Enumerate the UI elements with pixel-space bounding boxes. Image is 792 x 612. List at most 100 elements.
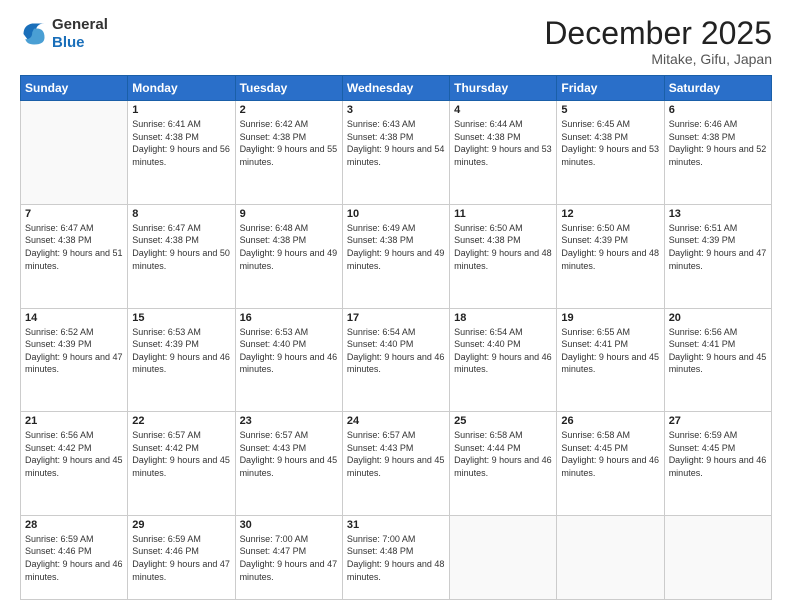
cell-text: Sunrise: 6:48 AMSunset: 4:38 PMDaylight:… <box>240 222 338 272</box>
day-number: 13 <box>669 208 767 220</box>
day-number: 4 <box>454 104 552 116</box>
day-number: 30 <box>240 519 338 531</box>
day-number: 10 <box>347 208 445 220</box>
day-number: 20 <box>669 312 767 324</box>
day-cell: 26Sunrise: 6:58 AMSunset: 4:45 PMDayligh… <box>557 412 664 516</box>
page: General Blue December 2025 Mitake, Gifu,… <box>0 0 792 612</box>
cell-text: Sunrise: 6:52 AMSunset: 4:39 PMDaylight:… <box>25 326 123 376</box>
day-header-thursday: Thursday <box>450 76 557 101</box>
day-header-tuesday: Tuesday <box>235 76 342 101</box>
day-cell <box>450 515 557 599</box>
cell-text: Sunrise: 6:54 AMSunset: 4:40 PMDaylight:… <box>347 326 445 376</box>
cell-text: Sunrise: 6:41 AMSunset: 4:38 PMDaylight:… <box>132 118 230 168</box>
day-cell: 28Sunrise: 6:59 AMSunset: 4:46 PMDayligh… <box>21 515 128 599</box>
day-cell: 16 Sunrise: 6:53 AMSunset: 4:40 PMDayligh… <box>235 308 342 412</box>
day-number: 8 <box>132 208 230 220</box>
month-title: December 2025 <box>544 16 772 51</box>
cell-text: Sunrise: 6:57 AMSunset: 4:43 PMDaylight:… <box>240 429 338 479</box>
day-cell <box>21 101 128 205</box>
day-cell: 24Sunrise: 6:57 AMSunset: 4:43 PMDayligh… <box>342 412 449 516</box>
day-cell: 22 Sunrise: 6:57 AMSunset: 4:42 PMDayligh… <box>128 412 235 516</box>
day-cell: 3 Sunrise: 6:43 AMSunset: 4:38 PMDaylight… <box>342 101 449 205</box>
day-cell: 10Sunrise: 6:49 AMSunset: 4:38 PMDayligh… <box>342 204 449 308</box>
day-cell: 14 Sunrise: 6:52 AMSunset: 4:39 PMDayligh… <box>21 308 128 412</box>
day-header-monday: Monday <box>128 76 235 101</box>
day-cell: 8Sunrise: 6:47 AMSunset: 4:38 PMDaylight… <box>128 204 235 308</box>
cell-text: Sunrise: 6:46 AMSunset: 4:38 PMDaylight:… <box>669 118 767 168</box>
day-number: 28 <box>25 519 123 531</box>
week-row-0: 1 Sunrise: 6:41 AMSunset: 4:38 PMDaylight… <box>21 101 772 205</box>
day-number: 14 <box>25 312 123 324</box>
day-number: 1 <box>132 104 230 116</box>
cell-text: Sunrise: 6:56 AMSunset: 4:41 PMDaylight:… <box>669 326 767 376</box>
day-number: 7 <box>25 208 123 220</box>
day-header-wednesday: Wednesday <box>342 76 449 101</box>
day-number: 12 <box>561 208 659 220</box>
title-block: December 2025 Mitake, Gifu, Japan <box>544 16 772 67</box>
day-cell: 6Sunrise: 6:46 AMSunset: 4:38 PMDaylight… <box>664 101 771 205</box>
day-cell: 13 Sunrise: 6:51 AMSunset: 4:39 PMDayligh… <box>664 204 771 308</box>
location: Mitake, Gifu, Japan <box>544 51 772 67</box>
cell-text: Sunrise: 6:44 AMSunset: 4:38 PMDaylight:… <box>454 118 552 168</box>
cell-text: Sunrise: 6:54 AMSunset: 4:40 PMDaylight:… <box>454 326 552 376</box>
week-row-1: 7 Sunrise: 6:47 AMSunset: 4:38 PMDaylight… <box>21 204 772 308</box>
day-cell: 2Sunrise: 6:42 AMSunset: 4:38 PMDaylight… <box>235 101 342 205</box>
day-cell: 29 Sunrise: 6:59 AMSunset: 4:46 PMDayligh… <box>128 515 235 599</box>
day-header-saturday: Saturday <box>664 76 771 101</box>
day-cell: 7 Sunrise: 6:47 AMSunset: 4:38 PMDaylight… <box>21 204 128 308</box>
day-number: 22 <box>132 415 230 427</box>
day-cell: 27Sunrise: 6:59 AMSunset: 4:45 PMDayligh… <box>664 412 771 516</box>
week-row-3: 21 Sunrise: 6:56 AMSunset: 4:42 PMDayligh… <box>21 412 772 516</box>
day-cell: 20 Sunrise: 6:56 AMSunset: 4:41 PMDayligh… <box>664 308 771 412</box>
cell-text: Sunrise: 6:51 AMSunset: 4:39 PMDaylight:… <box>669 222 767 272</box>
day-cell: 19 Sunrise: 6:55 AMSunset: 4:41 PMDayligh… <box>557 308 664 412</box>
day-cell: 1 Sunrise: 6:41 AMSunset: 4:38 PMDaylight… <box>128 101 235 205</box>
day-number: 27 <box>669 415 767 427</box>
cell-text: Sunrise: 6:58 AMSunset: 4:44 PMDaylight:… <box>454 429 552 479</box>
cell-text: Sunrise: 6:53 AMSunset: 4:40 PMDaylight:… <box>240 326 338 376</box>
day-cell: 9 Sunrise: 6:48 AMSunset: 4:38 PMDaylight… <box>235 204 342 308</box>
calendar-table: SundayMondayTuesdayWednesdayThursdayFrid… <box>20 75 772 600</box>
logo-icon <box>20 20 48 48</box>
cell-text: Sunrise: 7:00 AMSunset: 4:47 PMDaylight:… <box>240 533 338 583</box>
cell-text: Sunrise: 6:43 AMSunset: 4:38 PMDaylight:… <box>347 118 445 168</box>
header: General Blue December 2025 Mitake, Gifu,… <box>20 16 772 67</box>
day-number: 29 <box>132 519 230 531</box>
day-cell: 15 Sunrise: 6:53 AMSunset: 4:39 PMDayligh… <box>128 308 235 412</box>
day-number: 16 <box>240 312 338 324</box>
cell-text: Sunrise: 6:45 AMSunset: 4:38 PMDaylight:… <box>561 118 659 168</box>
day-cell <box>557 515 664 599</box>
cell-text: Sunrise: 6:47 AMSunset: 4:38 PMDaylight:… <box>25 222 123 272</box>
cell-text: Sunrise: 6:57 AMSunset: 4:42 PMDaylight:… <box>132 429 230 479</box>
day-number: 23 <box>240 415 338 427</box>
day-cell: 25Sunrise: 6:58 AMSunset: 4:44 PMDayligh… <box>450 412 557 516</box>
cell-text: Sunrise: 6:50 AMSunset: 4:39 PMDaylight:… <box>561 222 659 272</box>
day-number: 3 <box>347 104 445 116</box>
day-number: 19 <box>561 312 659 324</box>
logo-line1: General <box>52 16 108 34</box>
logo: General Blue <box>20 16 108 52</box>
day-number: 15 <box>132 312 230 324</box>
day-number: 21 <box>25 415 123 427</box>
cell-text: Sunrise: 6:53 AMSunset: 4:39 PMDaylight:… <box>132 326 230 376</box>
day-cell: 30 Sunrise: 7:00 AMSunset: 4:47 PMDayligh… <box>235 515 342 599</box>
header-row: SundayMondayTuesdayWednesdayThursdayFrid… <box>21 76 772 101</box>
day-number: 11 <box>454 208 552 220</box>
week-row-4: 28 Sunrise: 6:59 AMSunset: 4:46 PMDayligh… <box>21 515 772 599</box>
day-cell: 23 Sunrise: 6:57 AMSunset: 4:43 PMDayligh… <box>235 412 342 516</box>
day-number: 9 <box>240 208 338 220</box>
day-cell: 17 Sunrise: 6:54 AMSunset: 4:40 PMDayligh… <box>342 308 449 412</box>
day-cell: 31Sunrise: 7:00 AMSunset: 4:48 PMDayligh… <box>342 515 449 599</box>
day-header-friday: Friday <box>557 76 664 101</box>
day-number: 18 <box>454 312 552 324</box>
day-number: 17 <box>347 312 445 324</box>
week-row-2: 14 Sunrise: 6:52 AMSunset: 4:39 PMDayligh… <box>21 308 772 412</box>
cell-text: Sunrise: 6:55 AMSunset: 4:41 PMDaylight:… <box>561 326 659 376</box>
cell-text: Sunrise: 6:56 AMSunset: 4:42 PMDaylight:… <box>25 429 123 479</box>
day-number: 5 <box>561 104 659 116</box>
day-cell: 21 Sunrise: 6:56 AMSunset: 4:42 PMDayligh… <box>21 412 128 516</box>
day-cell: 11Sunrise: 6:50 AMSunset: 4:38 PMDayligh… <box>450 204 557 308</box>
day-cell: 5 Sunrise: 6:45 AMSunset: 4:38 PMDaylight… <box>557 101 664 205</box>
day-cell: 12 Sunrise: 6:50 AMSunset: 4:39 PMDayligh… <box>557 204 664 308</box>
cell-text: Sunrise: 6:59 AMSunset: 4:46 PMDaylight:… <box>132 533 230 583</box>
